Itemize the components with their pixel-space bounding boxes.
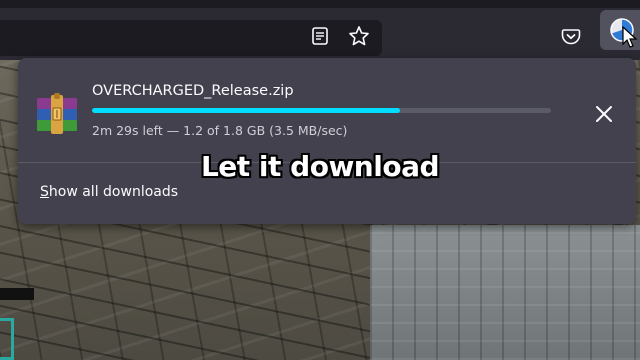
download-progress-bar <box>92 108 551 113</box>
show-all-downloads-button[interactable]: Show all downloads <box>40 184 178 200</box>
reader-view-icon[interactable] <box>306 22 334 50</box>
show-all-label: how all downloads <box>48 184 179 200</box>
download-status: 2m 29s left — 1.2 of 1.8 GB (3.5 MB/sec) <box>92 123 348 138</box>
background-building <box>370 225 640 360</box>
browser-toolbar <box>0 8 640 60</box>
background-dark-block <box>0 288 34 300</box>
pocket-icon[interactable] <box>557 22 585 50</box>
download-progress-fill <box>92 108 400 113</box>
video-caption: Let it download <box>200 150 440 183</box>
background-teal-frame <box>0 318 14 360</box>
mouse-cursor-icon <box>622 26 638 48</box>
star-icon[interactable] <box>345 22 373 50</box>
download-filename[interactable]: OVERCHARGED_Release.zip <box>92 83 294 99</box>
show-all-accesskey: S <box>40 184 49 200</box>
cancel-download-button[interactable] <box>590 100 618 128</box>
tab-strip <box>0 0 640 8</box>
downloads-panel: OVERCHARGED_Release.zip 2m 29s left — 1.… <box>18 58 636 224</box>
winrar-archive-icon <box>34 92 80 136</box>
close-icon <box>596 106 612 122</box>
